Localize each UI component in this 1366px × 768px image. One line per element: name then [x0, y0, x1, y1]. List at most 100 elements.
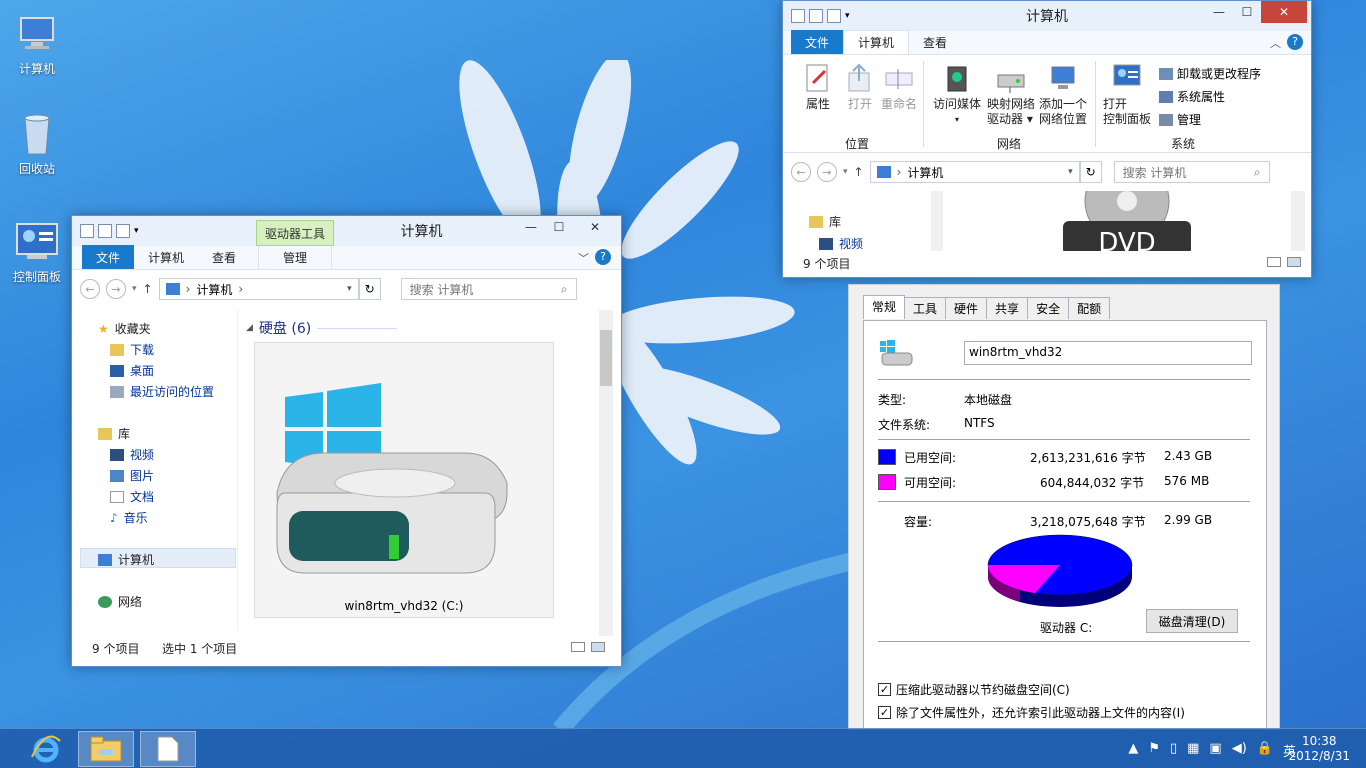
recent-locations-icon[interactable]: ▾ — [132, 284, 137, 294]
maximize-button[interactable]: ☐ — [545, 216, 573, 238]
collapse-ribbon-icon[interactable]: ︿ — [1270, 35, 1281, 51]
tab-sharing[interactable]: 共享 — [986, 297, 1029, 319]
manage-button[interactable]: 管理 — [1159, 111, 1201, 128]
system-properties-button[interactable]: 系统属性 — [1159, 88, 1225, 105]
dvd-drive-thumbnail[interactable]: DVD — [1061, 191, 1193, 251]
tab-manage[interactable]: 管理 — [258, 246, 333, 269]
manage-label: 管理 — [1177, 113, 1202, 127]
nav-item-recent-places[interactable]: 最近访问的位置 — [110, 383, 214, 400]
properties-button[interactable]: 属性 — [803, 63, 833, 112]
compress-checkbox[interactable]: ✓ — [878, 683, 891, 696]
address-box[interactable]: › 计算机 › ▾ — [158, 278, 359, 300]
up-button[interactable]: ↑ — [854, 165, 864, 179]
address-dropdown-icon[interactable]: ▾ — [1068, 167, 1073, 177]
tab-hardware[interactable]: 硬件 — [945, 297, 988, 319]
nav-item-videos[interactable]: 视频 — [819, 235, 863, 252]
refresh-button[interactable]: ↻ — [358, 278, 381, 300]
nav-item-computer[interactable]: 计算机 — [98, 551, 154, 568]
properties-qat-icon[interactable] — [98, 224, 112, 238]
drive-name-input[interactable]: win8rtm_vhd32 — [964, 341, 1252, 365]
file-explorer-button[interactable] — [78, 731, 134, 767]
tab-computer[interactable]: 计算机 — [843, 30, 910, 54]
tab-general[interactable]: 常规 — [863, 295, 906, 319]
search-input[interactable]: 搜索 计算机 ⌕ — [400, 278, 577, 300]
forward-button[interactable]: → — [106, 279, 126, 299]
content-scrollbar[interactable] — [599, 310, 613, 636]
nav-item-music[interactable]: ♪ 音乐 — [110, 509, 148, 526]
refresh-button[interactable]: ↻ — [1079, 161, 1102, 183]
status-item-count: 9 个项目 — [92, 642, 140, 656]
tab-quota[interactable]: 配额 — [1068, 297, 1111, 319]
volume-icon[interactable]: ◀) — [1232, 741, 1247, 760]
nav-item-documents[interactable]: 文档 — [110, 488, 154, 505]
group-header-hard-disks[interactable]: ◢ 硬盘 (6) — [246, 318, 398, 338]
tab-security[interactable]: 安全 — [1027, 297, 1070, 319]
large-icons-view-icon[interactable] — [1287, 257, 1301, 267]
nav-item-favorites[interactable]: ★ 收藏夹 — [98, 320, 151, 337]
properties-taskbar-button[interactable] — [140, 731, 196, 767]
nav-item-downloads[interactable]: 下载 — [110, 341, 154, 358]
open-control-panel-button[interactable]: 打开 控制面板 — [1103, 63, 1151, 127]
tab-view[interactable]: 查看 — [198, 246, 250, 269]
disk-cleanup-button[interactable]: 磁盘清理(D) — [1146, 609, 1238, 633]
recent-locations-icon[interactable]: ▾ — [843, 167, 848, 177]
drive-tile-c[interactable]: win8rtm_vhd32 (C:) — [254, 342, 554, 618]
action-center-flag-icon[interactable]: ⚑ — [1148, 741, 1160, 760]
details-view-icon[interactable] — [571, 642, 585, 652]
close-button[interactable]: ✕ — [1261, 1, 1307, 23]
map-network-drive-label: 映射网络 驱动器 ▾ — [987, 97, 1036, 126]
help-icon[interactable]: ? — [1287, 34, 1303, 50]
open-label: 打开 — [847, 97, 872, 111]
expand-ribbon-icon[interactable]: ﹀ — [578, 250, 589, 266]
lock-icon[interactable]: 🔒 — [1257, 741, 1273, 760]
tab-view[interactable]: 查看 — [909, 31, 961, 54]
tab-tools[interactable]: 工具 — [904, 297, 947, 319]
open-button[interactable]: 打开 — [845, 63, 875, 112]
map-network-drive-button[interactable]: 映射网络 驱动器 ▾ — [987, 63, 1035, 127]
content-scrollbar[interactable] — [1291, 191, 1305, 251]
nav-item-videos[interactable]: 视频 — [110, 446, 154, 463]
new-folder-qat-icon[interactable] — [116, 224, 130, 238]
scrollbar-thumb[interactable] — [600, 330, 612, 386]
network-tray-icon[interactable]: ▦ — [1187, 741, 1199, 760]
address-box[interactable]: › 计算机 ▾ — [869, 161, 1080, 183]
internet-explorer-button[interactable] — [18, 731, 74, 767]
address-dropdown-icon[interactable]: ▾ — [347, 284, 352, 294]
index-checkbox[interactable]: ✓ — [878, 706, 891, 719]
close-button[interactable]: ✕ — [577, 216, 613, 238]
back-button[interactable]: ← — [80, 279, 100, 299]
qat-dropdown-icon[interactable]: ▾ — [134, 226, 139, 236]
minimize-button[interactable]: — — [1205, 1, 1233, 23]
up-button[interactable]: ↑ — [143, 282, 153, 296]
forward-button[interactable]: → — [817, 162, 837, 182]
power-icon[interactable]: ▯ — [1170, 741, 1177, 760]
nav-item-libraries[interactable]: 库 — [98, 425, 130, 442]
access-media-button[interactable]: 访问媒体 ▾ — [933, 63, 981, 127]
maximize-button[interactable]: ☐ — [1233, 1, 1261, 23]
search-input[interactable]: 搜索 计算机 ⌕ — [1113, 161, 1270, 183]
desktop-icon-recycle-bin[interactable]: 回收站 — [1, 112, 73, 177]
clock[interactable]: 10:38 2012/8/31 — [1288, 734, 1350, 764]
desktop-icon-control-panel[interactable]: 控制面板 — [1, 220, 73, 285]
group-label-network: 网络 — [997, 137, 1022, 151]
nav-item-pictures[interactable]: 图片 — [110, 467, 154, 484]
show-hidden-icons-icon[interactable]: ▲ — [1128, 741, 1138, 760]
tab-file[interactable]: 文件 — [82, 245, 135, 269]
nav-item-libraries[interactable]: 库 — [809, 213, 841, 230]
desktop-icon-computer[interactable]: 计算机 — [1, 12, 73, 77]
rename-button[interactable]: 重命名 — [881, 63, 917, 112]
help-icon[interactable]: ? — [595, 249, 611, 265]
add-network-location-button[interactable]: 添加一个 网络位置 — [1039, 63, 1087, 127]
tab-computer[interactable]: 计算机 — [134, 246, 198, 269]
nav-item-network[interactable]: 网络 — [98, 593, 142, 610]
tab-file[interactable]: 文件 — [791, 30, 844, 54]
nav-item-desktop[interactable]: 桌面 — [110, 362, 154, 379]
details-view-icon[interactable] — [1267, 257, 1281, 267]
uninstall-program-button[interactable]: 卸载或更改程序 — [1159, 65, 1261, 82]
minimize-button[interactable]: — — [517, 216, 545, 238]
nav-scrollbar[interactable] — [931, 191, 943, 251]
network-status-icon[interactable]: ▣ — [1209, 741, 1221, 760]
large-icons-view-icon[interactable] — [591, 642, 605, 652]
back-button[interactable]: ← — [791, 162, 811, 182]
computer-small-icon[interactable] — [80, 224, 94, 238]
